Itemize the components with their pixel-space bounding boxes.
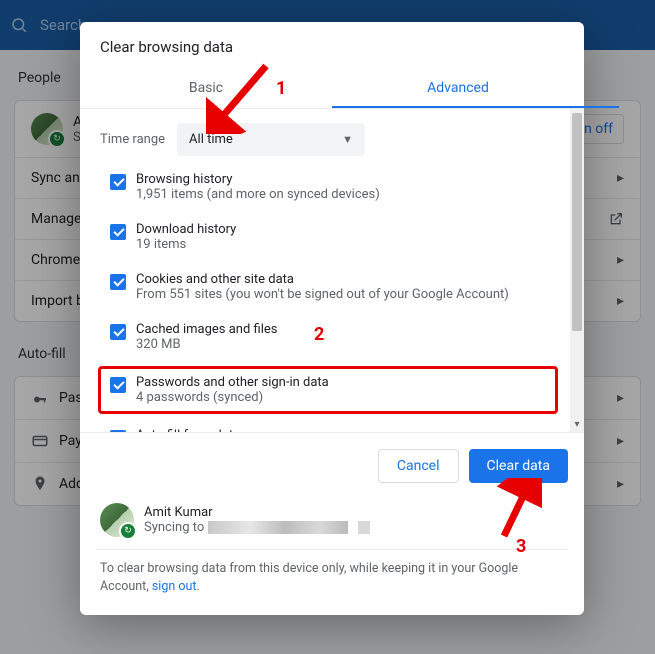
- dialog-footer: Cancel Clear data Amit Kumar Syncing to …: [80, 433, 584, 615]
- tab-advanced[interactable]: Advanced: [332, 68, 584, 108]
- footer-note: To clear browsing data from this device …: [96, 550, 568, 599]
- clear-data-button[interactable]: Clear data: [469, 449, 568, 483]
- option-download-history[interactable]: Download history 19 items: [80, 216, 576, 258]
- checkbox[interactable]: [110, 324, 126, 340]
- tab-basic[interactable]: Basic: [80, 68, 332, 108]
- option-cookies[interactable]: Cookies and other site data From 551 sit…: [80, 266, 576, 308]
- option-browsing-history[interactable]: Browsing history 1,951 items (and more o…: [80, 166, 576, 208]
- checkbox[interactable]: [110, 274, 126, 290]
- checkbox[interactable]: [110, 224, 126, 240]
- redacted-email: [358, 521, 370, 534]
- scrollbar[interactable]: ▾: [570, 109, 584, 432]
- checkbox[interactable]: [110, 174, 126, 190]
- avatar: [100, 503, 134, 537]
- option-passwords[interactable]: Passwords and other sign-in data 4 passw…: [98, 366, 558, 414]
- chevron-down-icon: ▼: [342, 133, 353, 146]
- clear-browsing-data-dialog: Clear browsing data Basic Advanced Time …: [80, 22, 584, 615]
- time-range-label: Time range: [100, 132, 165, 147]
- checkbox[interactable]: [110, 430, 126, 433]
- account-row: Amit Kumar Syncing to: [96, 497, 568, 550]
- option-cached-images[interactable]: Cached images and files 320 MB: [80, 316, 576, 358]
- time-range-value: All time: [189, 132, 233, 147]
- options-scroll-area: Time range All time ▼ Browsing history 1…: [80, 109, 584, 433]
- scrollbar-thumb[interactable]: [572, 113, 582, 331]
- cancel-button[interactable]: Cancel: [378, 449, 459, 483]
- time-range-row: Time range All time ▼: [80, 109, 576, 166]
- dialog-title: Clear browsing data: [80, 22, 584, 68]
- redacted-email: [208, 521, 348, 534]
- time-range-select[interactable]: All time ▼: [177, 123, 365, 156]
- account-sync-label: Syncing to: [144, 520, 204, 535]
- scroll-down-icon[interactable]: ▾: [571, 419, 583, 431]
- account-name: Amit Kumar: [144, 505, 370, 520]
- sign-out-link[interactable]: sign out: [152, 579, 197, 594]
- dialog-tabs: Basic Advanced: [80, 68, 584, 108]
- option-autofill-form[interactable]: Auto-fill form data: [80, 422, 576, 433]
- checkbox[interactable]: [110, 377, 126, 393]
